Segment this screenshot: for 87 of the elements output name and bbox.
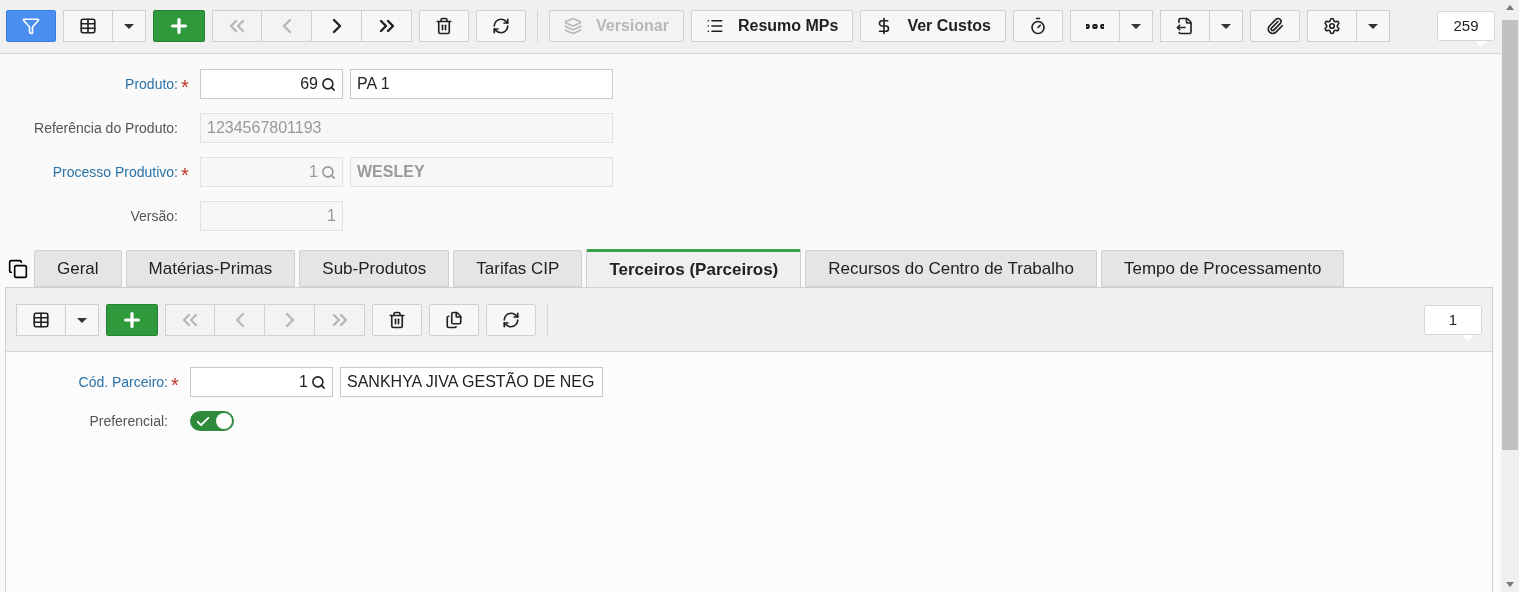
dropdown-button[interactable] <box>66 304 99 336</box>
check-icon <box>197 416 209 426</box>
trash-icon <box>435 17 453 35</box>
chevron-left-icon <box>234 312 245 328</box>
scroll-up-icon[interactable] <box>1506 5 1514 10</box>
search-icon <box>311 374 326 390</box>
paperclip-icon <box>1266 17 1284 35</box>
chevron-right-icon <box>284 312 295 328</box>
scrollbar-thumb[interactable] <box>1502 20 1518 450</box>
count-pointer <box>1475 41 1487 47</box>
caret-icon <box>124 23 134 29</box>
costs-button[interactable]: Ver Custos <box>860 10 1006 42</box>
tab[interactable]: Terceiros (Parceiros) <box>586 249 802 287</box>
field-label: Versão: <box>130 208 178 224</box>
refresh-icon <box>502 311 520 329</box>
table-icon <box>32 311 50 329</box>
export-button[interactable] <box>1160 10 1210 42</box>
table-icon <box>79 17 97 35</box>
filter-button[interactable] <box>6 10 56 42</box>
copy-icon[interactable] <box>8 259 28 279</box>
caret-icon <box>1368 23 1378 29</box>
plus-icon <box>168 15 190 37</box>
file-export-icon <box>1176 17 1194 35</box>
trash-icon <box>388 311 406 329</box>
required-mark: * <box>181 163 190 182</box>
tab[interactable]: Matérias-Primas <box>125 250 296 287</box>
refresh-button[interactable] <box>476 10 526 42</box>
refresh-button[interactable] <box>486 304 536 336</box>
tab[interactable]: Tarifas CIP <box>453 250 583 287</box>
plus-icon <box>121 309 143 331</box>
tab[interactable]: Tempo de Processamento <box>1100 250 1345 287</box>
field-label: Produto: <box>125 76 178 92</box>
code-field[interactable]: 69 <box>200 69 343 99</box>
caret-icon <box>77 317 87 323</box>
search-icon <box>321 164 336 180</box>
record-count: 1 <box>1424 305 1482 335</box>
record-count: 259 <box>1437 11 1495 41</box>
next-button[interactable] <box>312 10 362 42</box>
description-field[interactable]: PA 1 <box>350 69 613 99</box>
toggle-switch[interactable] <box>190 411 234 431</box>
required-mark: * <box>171 373 180 392</box>
last-page-button[interactable] <box>362 10 412 42</box>
summary-button[interactable]: Resumo MPs <box>690 10 854 42</box>
code-field[interactable]: 1 <box>190 367 333 397</box>
dropdown-button[interactable] <box>1357 10 1390 42</box>
list-icon <box>705 17 724 35</box>
duplicate-button[interactable] <box>429 304 479 336</box>
grid-view-button[interactable] <box>16 304 66 336</box>
tab[interactable]: Sub-Produtos <box>299 250 450 287</box>
add-button[interactable] <box>153 10 205 42</box>
chevron-right-icon <box>331 18 342 34</box>
settings-button[interactable] <box>1307 10 1357 42</box>
attach-button[interactable] <box>1250 10 1300 42</box>
required-mark: * <box>181 75 190 94</box>
dropdown-button[interactable] <box>1120 10 1153 42</box>
refresh-icon <box>492 17 510 35</box>
scroll-down-icon[interactable] <box>1506 582 1514 587</box>
copy-icon <box>445 311 463 329</box>
tab[interactable]: Geral <box>34 250 122 287</box>
delete-button[interactable] <box>419 10 469 42</box>
double-chevron-left-icon <box>182 313 198 327</box>
description-field[interactable]: SANKHYA JIVA GESTÃO DE NEG <box>340 367 603 397</box>
layers-icon <box>564 17 582 35</box>
add-button[interactable] <box>106 304 158 336</box>
delete-button[interactable] <box>372 304 422 336</box>
field-label: Referência do Produto: <box>34 120 178 136</box>
ellipsis-icon <box>1086 23 1104 29</box>
field-label: Preferencial: <box>89 413 168 429</box>
dropdown-button[interactable] <box>113 10 146 42</box>
dropdown-button[interactable] <box>1210 10 1243 42</box>
timer-button[interactable] <box>1013 10 1063 42</box>
field-label: Cód. Parceiro: <box>78 374 168 390</box>
search-icon <box>321 76 336 92</box>
double-chevron-right-icon <box>378 19 395 33</box>
double-chevron-right-icon <box>331 313 348 327</box>
filter-icon <box>22 17 40 35</box>
grid-view-button[interactable] <box>63 10 113 42</box>
gear-icon <box>1323 17 1341 35</box>
tab[interactable]: Recursos do Centro de Trabalho <box>805 250 1097 287</box>
chevron-left-icon <box>281 18 292 34</box>
more-button[interactable] <box>1070 10 1120 42</box>
double-chevron-left-icon <box>229 19 245 33</box>
count-pointer <box>1462 335 1474 341</box>
stopwatch-icon <box>1029 17 1047 35</box>
caret-icon <box>1221 23 1231 29</box>
field-label: Processo Produtivo: <box>52 164 178 180</box>
caret-icon <box>1131 23 1141 29</box>
